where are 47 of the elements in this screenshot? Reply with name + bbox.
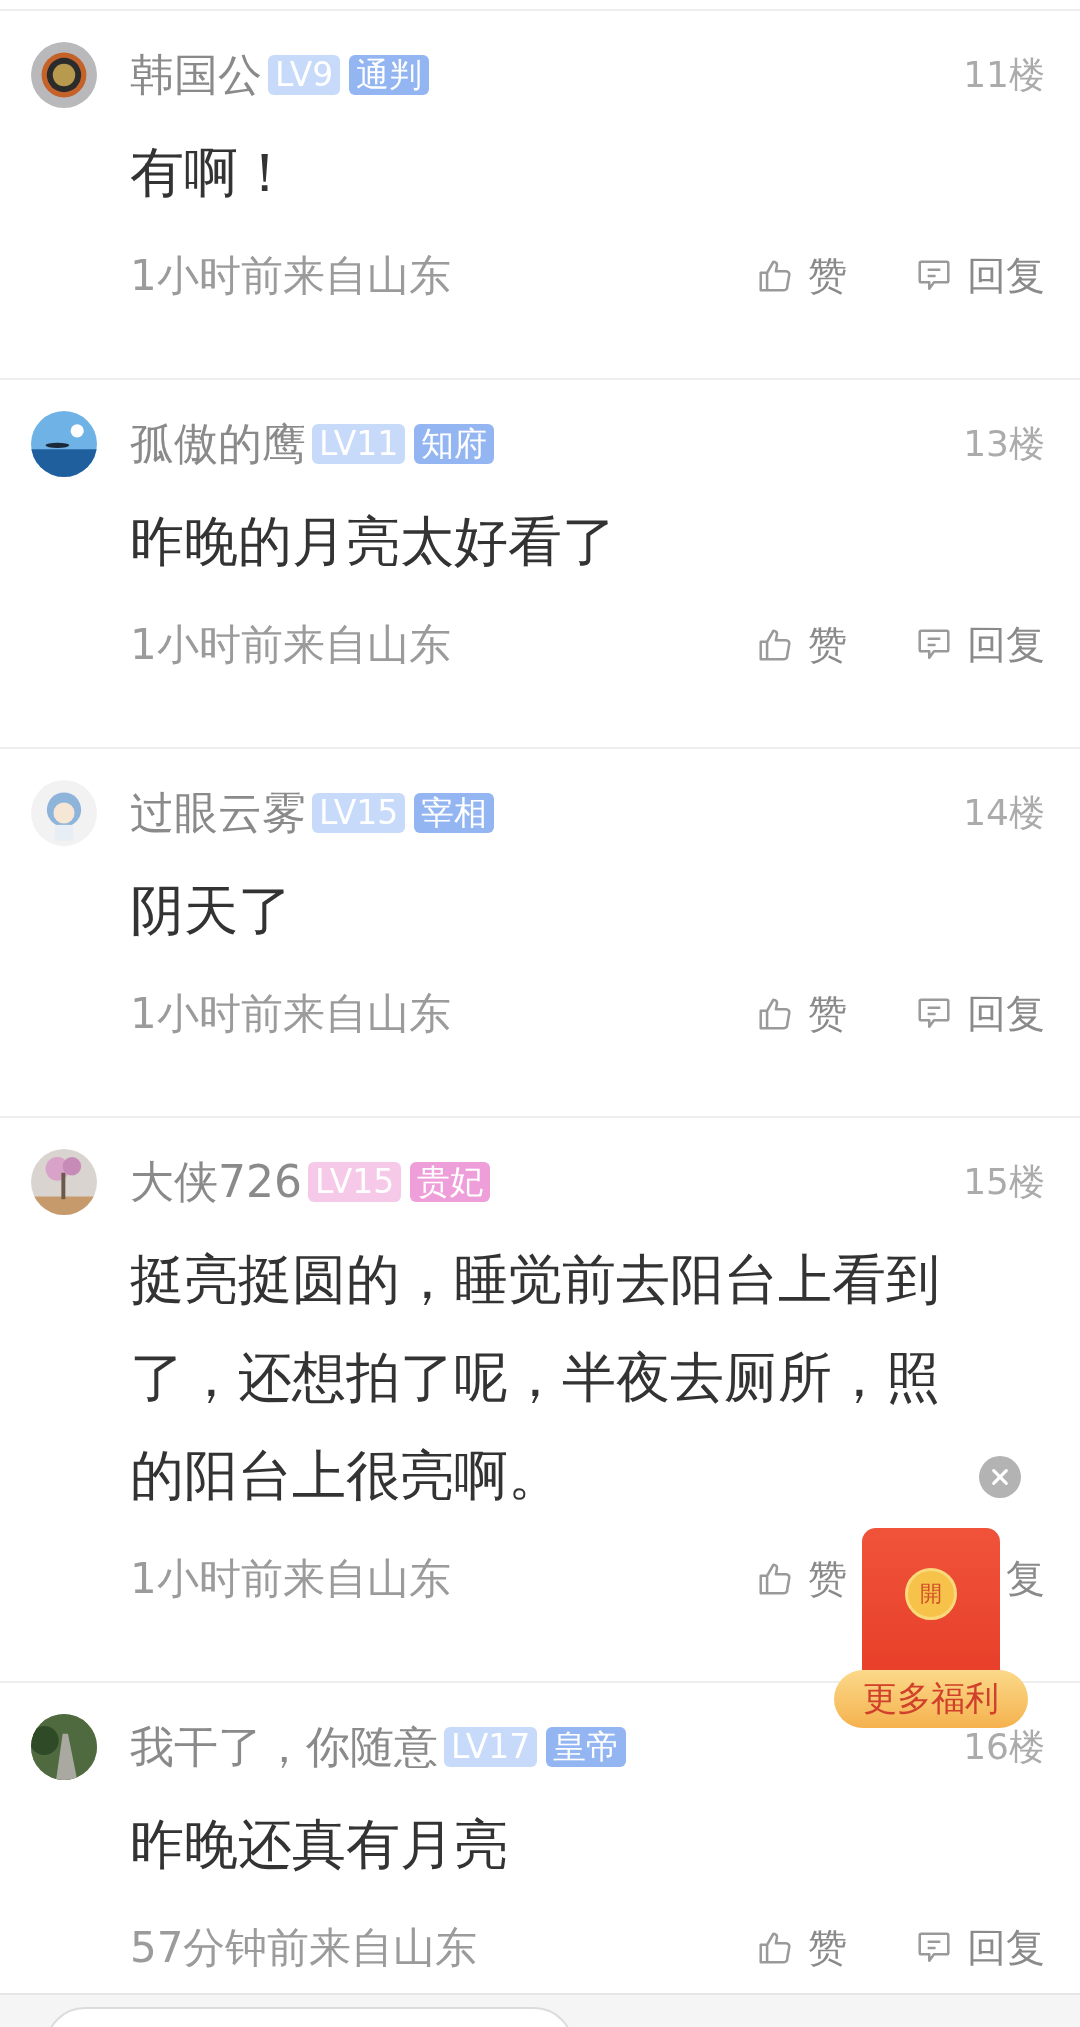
like-button[interactable]: 赞 [756, 1921, 847, 1975]
comment-text: 阴天了 [130, 878, 293, 944]
like-button[interactable]: 赞 [756, 1552, 847, 1606]
level-badge: LV17 [444, 1727, 538, 1767]
level-badge: LV15 [312, 793, 406, 833]
floor-number: 11楼 [963, 52, 1045, 97]
username[interactable]: 我干了，你随意 [130, 1717, 438, 1777]
title-badge: 贵妃 [410, 1162, 491, 1202]
comment-text: 挺亮挺圆的，睡觉前去阳台上看到了，还想拍了呢，半夜去厕所，照的阳台上很亮啊。 [130, 1247, 941, 1509]
timestamp-location: 1小时前来自山东 [130, 619, 452, 671]
reply-button[interactable]: 回复 [915, 1921, 1045, 1975]
comment-text: 有啊！ [130, 140, 293, 206]
timestamp-location: 57分钟前来自山东 [130, 1922, 479, 1974]
close-icon[interactable] [979, 1456, 1021, 1498]
thumbs-up-icon [756, 257, 794, 295]
title-badge: 通判 [349, 55, 430, 95]
reply-button[interactable]: 复 [1006, 1552, 1045, 1606]
username[interactable]: 韩国公 [130, 45, 262, 105]
more-benefits-button[interactable]: 更多福利 [834, 1670, 1028, 1728]
comment-text: 昨晚还真有月亮 [130, 1812, 509, 1878]
comment-text: 昨晚的月亮太好看了 [130, 509, 617, 575]
like-button[interactable]: 赞 [756, 618, 847, 672]
reply-button[interactable]: 回复 [915, 249, 1045, 303]
thumbs-up-icon [756, 995, 794, 1033]
username[interactable]: 过眼云雾 [130, 783, 306, 843]
gift-envelope[interactable]: 開 [862, 1528, 1000, 1670]
like-button[interactable]: 赞 [756, 987, 847, 1041]
username[interactable]: 孤傲的鹰 [130, 414, 306, 474]
title-badge: 知府 [414, 424, 495, 464]
floor-number: 13楼 [963, 421, 1045, 466]
floor-number: 14楼 [963, 790, 1045, 835]
timestamp-location: 1小时前来自山东 [130, 1553, 452, 1605]
coin-icon: 開 [905, 1568, 957, 1620]
floor-number: 15楼 [963, 1159, 1045, 1204]
title-badge: 皇帝 [546, 1727, 627, 1767]
timestamp-location: 1小时前来自山东 [130, 250, 452, 302]
title-badge: 宰相 [414, 793, 495, 833]
reply-button[interactable]: 回复 [915, 618, 1045, 672]
username[interactable]: 大侠726 [130, 1152, 302, 1212]
thumbs-up-icon [756, 626, 794, 664]
like-button[interactable]: 赞 [756, 249, 847, 303]
level-badge: LV9 [268, 55, 341, 95]
thumbs-up-icon [756, 1560, 794, 1598]
timestamp-location: 1小时前来自山东 [130, 988, 452, 1040]
level-badge: LV11 [312, 424, 406, 464]
thumbs-up-icon [756, 1929, 794, 1967]
reply-button[interactable]: 回复 [915, 987, 1045, 1041]
